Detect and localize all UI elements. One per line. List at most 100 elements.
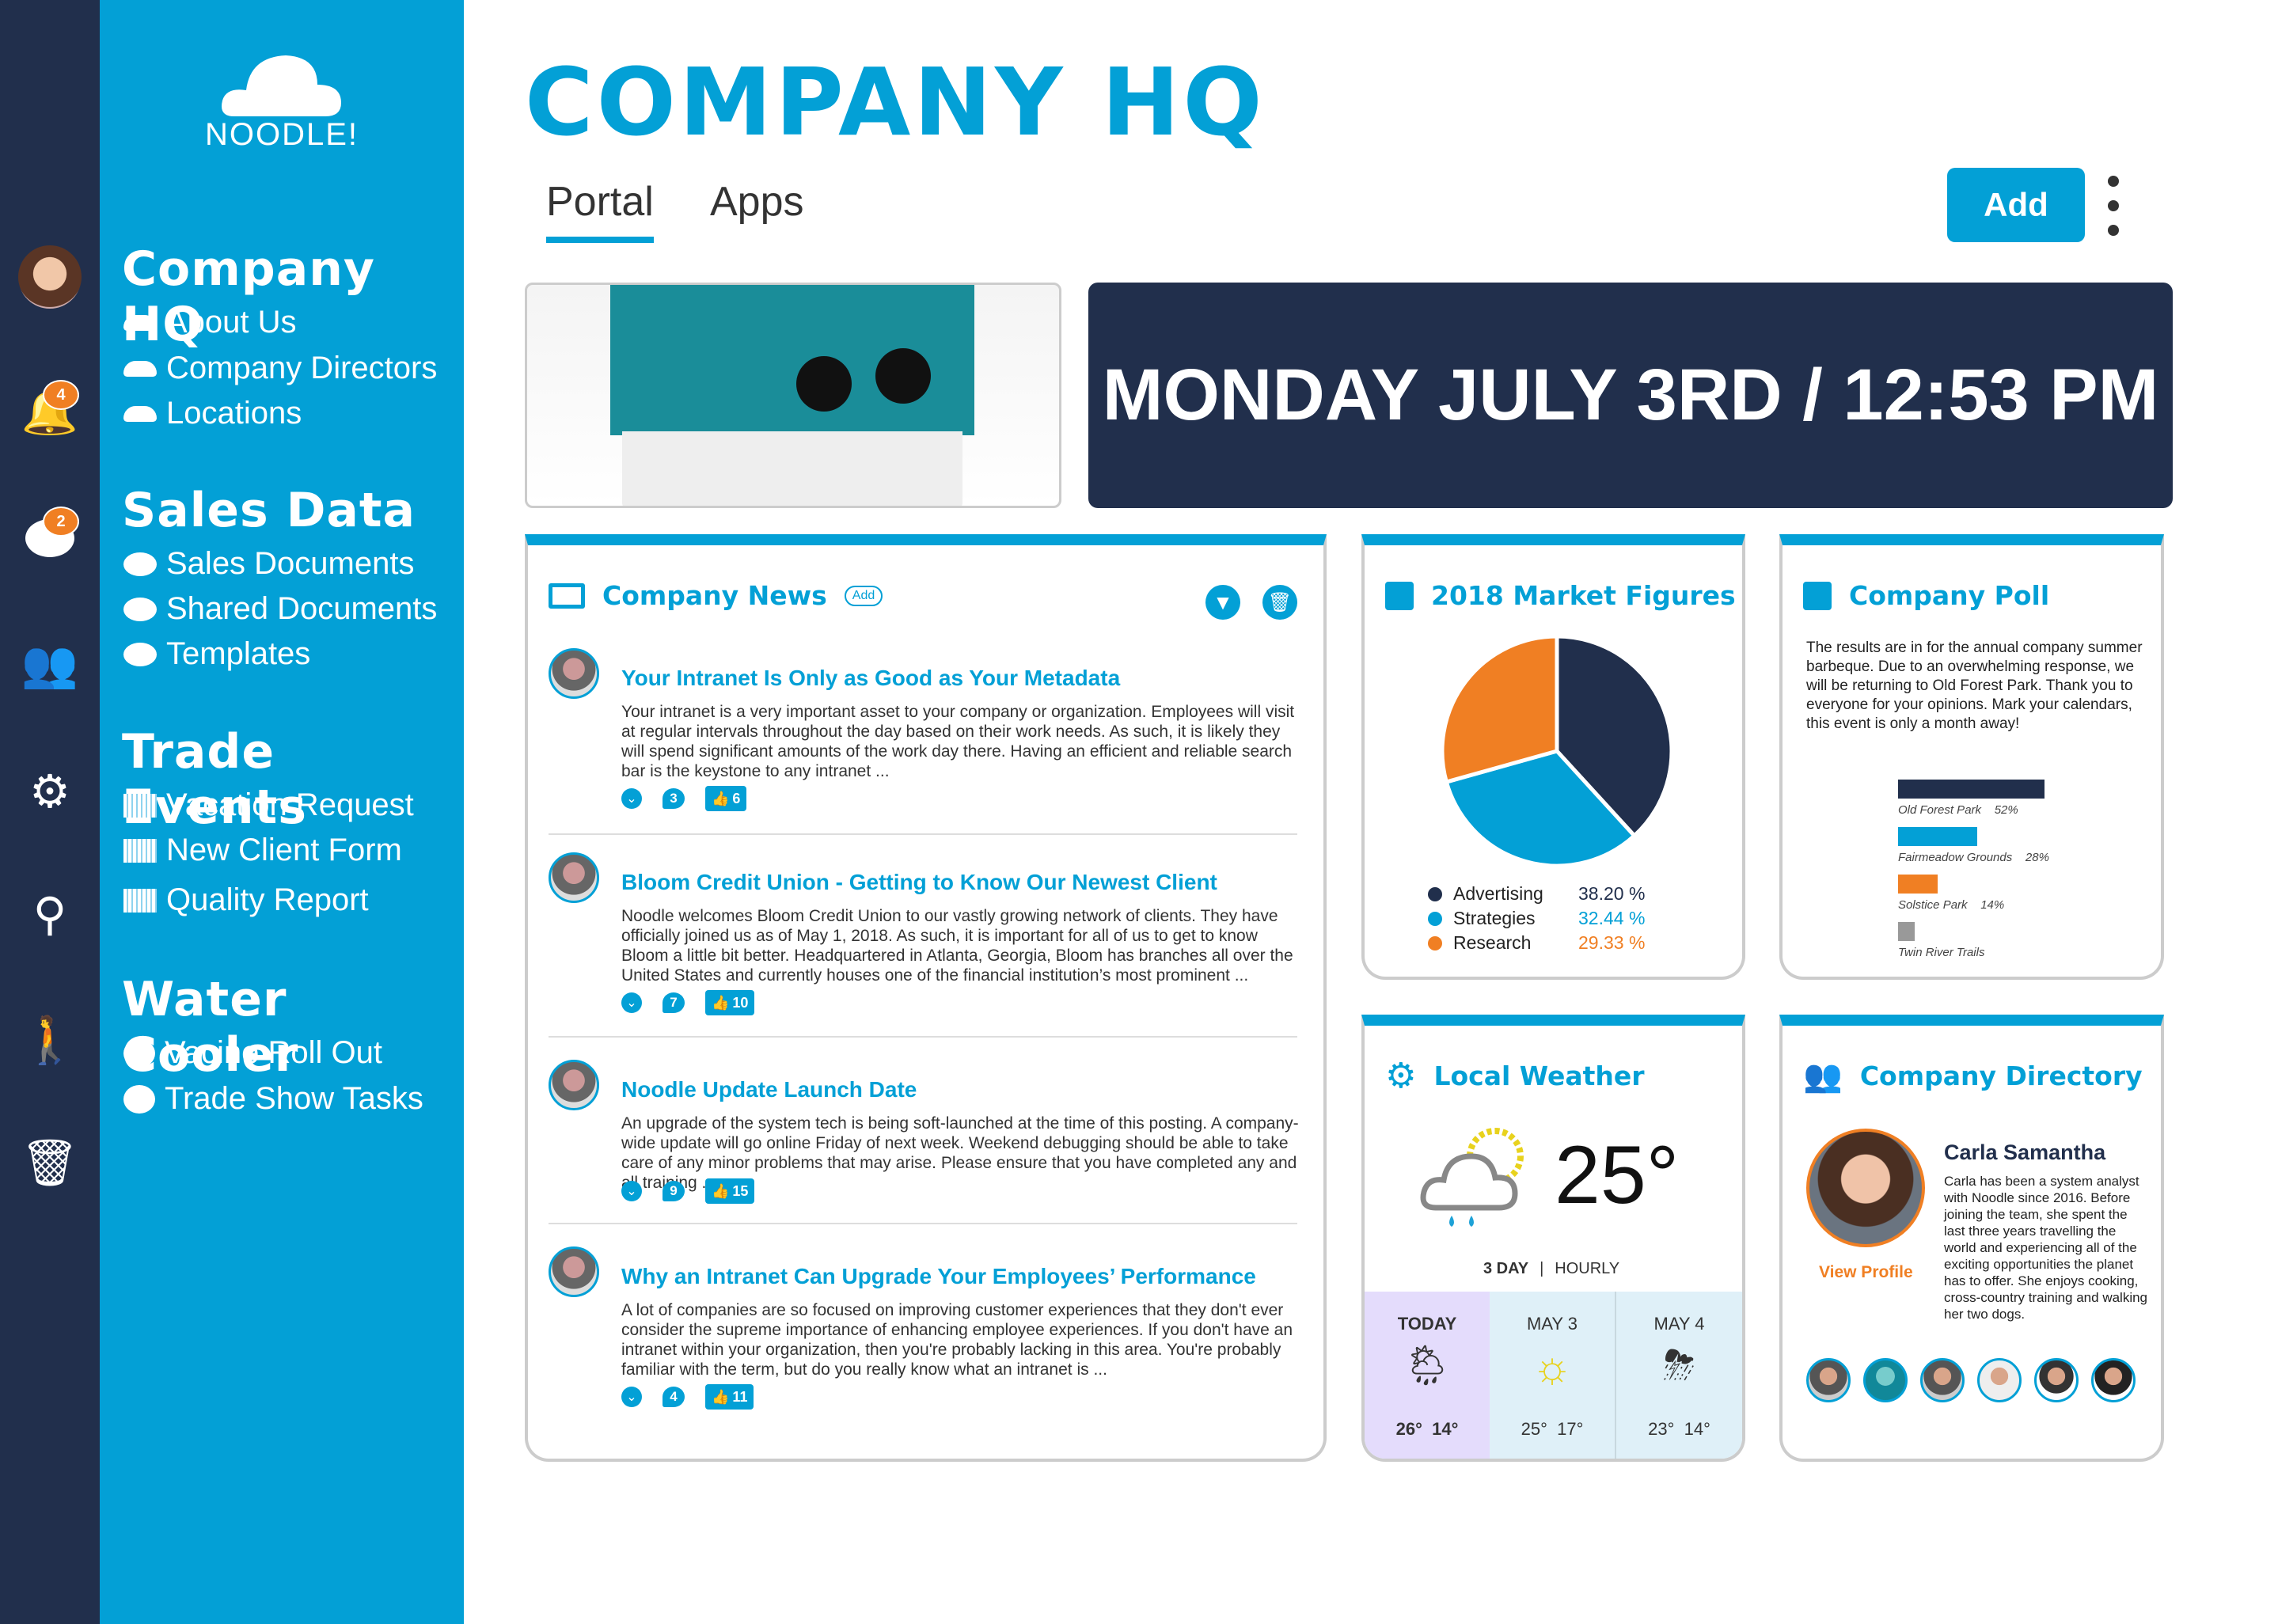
news-body: Your intranet is a very important asset …: [621, 703, 1295, 780]
stopwatch-icon: [123, 1038, 155, 1068]
messages-button[interactable]: 2: [14, 507, 85, 570]
comment-count[interactable]: 7: [663, 992, 685, 1013]
thumbs-up-icon: 👍: [712, 1182, 730, 1199]
poll-bar-label: Fairmeadow Grounds 28%: [1898, 851, 2049, 864]
employee-bio: Carla has been a system analyst with Noo…: [1944, 1174, 2148, 1322]
toggle-3-day[interactable]: 3 DAY: [1483, 1260, 1528, 1278]
notifications-badge: 4: [43, 380, 79, 410]
market-figures-card: 2018 Market Figures Advertising 38.20 % S…: [1361, 534, 1745, 980]
employee-avatar[interactable]: [2034, 1358, 2079, 1402]
expand-icon[interactable]: ⌄: [621, 1387, 642, 1407]
messages-badge: 2: [43, 507, 79, 537]
poll-description: The results are in for the annual compan…: [1806, 639, 2143, 732]
news-title[interactable]: Bloom Credit Union - Getting to Know Our…: [621, 870, 1217, 895]
sidebar-item-locations[interactable]: Locations: [123, 396, 302, 431]
like-button[interactable]: 👍 15: [705, 1178, 755, 1204]
employee-avatar[interactable]: [2091, 1358, 2136, 1402]
sidebar-item-vacine-roll-out[interactable]: Vacine Roll Out: [123, 1035, 382, 1071]
employee-avatar[interactable]: [1920, 1358, 1965, 1402]
divider: [549, 1223, 1297, 1224]
like-button[interactable]: 👍 10: [705, 990, 755, 1015]
card-title: Local Weather: [1433, 1061, 1645, 1091]
like-button[interactable]: 👍 11: [705, 1384, 754, 1410]
thumbs-up-icon: 👍: [712, 790, 730, 806]
user-avatar[interactable]: [14, 245, 85, 309]
employee-avatar[interactable]: [1977, 1358, 2022, 1402]
divider: [549, 1036, 1297, 1038]
sidebar-item-new-client-form[interactable]: New Client Form: [123, 833, 402, 868]
company-poll-card: Company Poll The results are in for the …: [1779, 534, 2164, 980]
expand-icon[interactable]: ⌄: [621, 788, 642, 809]
forecast-day-today[interactable]: TODAY 🌦 26° 14°: [1365, 1292, 1490, 1459]
bar-chart-icon: [1803, 581, 1832, 610]
employee-avatar[interactable]: [1806, 1358, 1851, 1402]
page-title: COMPANY HQ: [525, 47, 1266, 157]
comment-count[interactable]: 9: [663, 1181, 685, 1201]
tab-apps[interactable]: Apps: [710, 178, 804, 237]
thumbs-up-icon: 👍: [712, 1388, 730, 1405]
card-title: Company Poll: [1849, 580, 2050, 611]
toggle-hourly[interactable]: HOURLY: [1555, 1260, 1619, 1278]
calendar-icon: [123, 888, 157, 913]
sidebar-item-trade-show-tasks[interactable]: Trade Show Tasks: [123, 1081, 423, 1117]
sidebar-section-sales-data[interactable]: Sales Data: [122, 483, 416, 538]
date-time-display: MONDAY JULY 3RD / 12:53 PM: [1088, 283, 2173, 508]
author-avatar: [549, 648, 599, 699]
noodle-logo-cloud: [222, 55, 341, 116]
company-directory-card: 👥 Company Directory View Profile Carla Sa…: [1779, 1015, 2164, 1462]
like-button[interactable]: 👍 6: [705, 786, 747, 811]
profile-photo: [1806, 1129, 1925, 1247]
thumbs-up-icon: 👍: [712, 994, 730, 1011]
news-title[interactable]: Noodle Update Launch Date: [621, 1077, 917, 1102]
expand-icon[interactable]: ⌄: [621, 1181, 642, 1201]
expand-icon[interactable]: ⌄: [621, 992, 642, 1013]
sidebar-item-sales-documents[interactable]: Sales Documents: [123, 546, 414, 582]
bar-chart-icon: [1385, 581, 1414, 610]
gear-icon: ⚙: [1385, 1055, 1417, 1096]
poll-bar: [1898, 827, 1977, 846]
sidebar-item-shared-documents[interactable]: Shared Documents: [123, 591, 437, 627]
sidebar-item-vacation-request[interactable]: Vacation Request: [123, 787, 414, 823]
gear-icon[interactable]: ⚙: [14, 760, 85, 823]
legend-strategies: Strategies 32.44 %: [1428, 908, 1645, 929]
comment-count[interactable]: 4: [663, 1387, 685, 1407]
add-news-button[interactable]: Add: [844, 585, 883, 606]
document-icon: [123, 552, 157, 576]
trash-icon[interactable]: 🗑: [14, 1132, 85, 1195]
forecast-day-may-4[interactable]: MAY 4 ⛈ 23° 14°: [1616, 1292, 1742, 1459]
sidebar-item-about-us[interactable]: About Us: [123, 305, 297, 340]
author-avatar: [549, 852, 599, 903]
sidebar-item-quality-report[interactable]: Quality Report: [123, 882, 369, 918]
forecast-strip: TODAY 🌦 26° 14° MAY 3 ☼ 25° 17° MAY 4 ⛈ 23° 14…: [1365, 1292, 1742, 1459]
news-title[interactable]: Why an Intranet Can Upgrade Your Employe…: [621, 1264, 1256, 1289]
employee-avatar[interactable]: [1863, 1358, 1908, 1402]
users-icon[interactable]: 👥: [14, 633, 85, 696]
more-options-icon[interactable]: [2105, 176, 2121, 236]
search-icon[interactable]: ⚲: [14, 882, 85, 946]
cloud-icon: [123, 314, 157, 331]
filter-icon[interactable]: ▼: [1205, 585, 1240, 620]
add-button[interactable]: Add: [1947, 168, 2085, 242]
poll-bar: [1898, 780, 2045, 799]
walk-icon[interactable]: 🚶: [14, 1009, 85, 1072]
poll-bar: [1898, 875, 1938, 894]
card-title: Company Directory: [1859, 1061, 2143, 1091]
comment-count[interactable]: 3: [663, 788, 685, 809]
author-avatar: [549, 1060, 599, 1110]
local-weather-card: ⚙ Local Weather 25° 3 DAY | HOURLY TODAY 🌦 26…: [1361, 1015, 1745, 1462]
notifications-button[interactable]: 🔔 4: [14, 380, 85, 443]
forecast-day-may-3[interactable]: MAY 3 ☼ 25° 17°: [1490, 1292, 1616, 1459]
divider: [549, 833, 1297, 835]
sidebar-item-company-directors[interactable]: Company Directors: [123, 351, 437, 386]
tab-portal[interactable]: Portal: [546, 178, 654, 243]
card-title: Company News: [602, 580, 827, 611]
sidebar-item-templates[interactable]: Templates: [123, 636, 310, 672]
view-profile-link[interactable]: View Profile: [1819, 1263, 1913, 1282]
icon-rail: 🔔 4 2 👥 ⚙ ⚲ 🚶 🗑: [0, 0, 100, 1624]
cloud-sun-storm-icon: ⛈: [1663, 1343, 1695, 1387]
news-title[interactable]: Your Intranet Is Only as Good as Your Me…: [621, 666, 1120, 691]
trash-icon[interactable]: 🗑: [1262, 585, 1297, 620]
company-news-card: Company News Add ▼ 🗑 Your Intranet Is On…: [525, 534, 1327, 1462]
author-avatar: [549, 1246, 599, 1297]
brand-name: NOODLE!: [204, 117, 359, 152]
